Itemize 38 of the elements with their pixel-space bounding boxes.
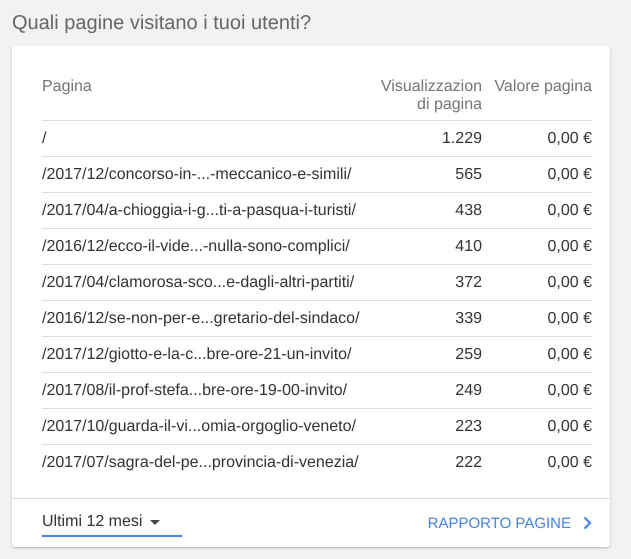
table-cell: 222	[370, 444, 482, 480]
table-cell: 0,00 €	[482, 336, 592, 372]
table-cell: /2017/04/a-chioggia-i-g...ti-a-pasqua-i-turisti/	[42, 192, 370, 228]
table-cell: 410	[370, 228, 482, 264]
table-cell: 339	[370, 300, 482, 336]
table-cell: /2017/12/concorso-in-...-meccanico-e-simili/	[42, 156, 370, 192]
table-cell: /2017/10/guarda-il-vi...omia-orgoglio-veneto/	[42, 408, 370, 444]
date-range-dropdown[interactable]: Ultimi 12 mesi	[42, 509, 182, 537]
table-cell: /2016/12/se-non-per-e...gretario-del-sindaco/	[42, 300, 370, 336]
table-cell: /2017/08/il-prof-stefa...bre-ore-19-00-invito/	[42, 372, 370, 408]
table-cell: 223	[370, 408, 482, 444]
table-cell: 0,00 €	[482, 300, 592, 336]
table-cell: 372	[370, 264, 482, 300]
table-cell: 438	[370, 192, 482, 228]
table-cell: 0,00 €	[482, 120, 592, 156]
column-header: Pagina	[42, 78, 370, 120]
table-cell: 0,00 €	[482, 156, 592, 192]
chevron-right-icon	[583, 516, 592, 530]
caret-icon	[150, 520, 160, 524]
table-cell: 0,00 €	[482, 372, 592, 408]
table-cell: 249	[370, 372, 482, 408]
table-cell: /2017/12/giotto-e-la-c...bre-ore-21-un-invito/	[42, 336, 370, 372]
table-cell: /2016/12/ecco-il-vide...-nulla-sono-complici/	[42, 228, 370, 264]
column-header: Valore pagina	[482, 78, 592, 120]
table-cell: 1.229	[370, 120, 482, 156]
report-link[interactable]: RAPPORTO PAGINE	[428, 514, 592, 532]
table-cell: 0,00 €	[482, 408, 592, 444]
table-cell: 0,00 €	[482, 228, 592, 264]
table-cell: 565	[370, 156, 482, 192]
column-header: Visualizzazion di pagina	[370, 78, 482, 120]
table-cell: 0,00 €	[482, 444, 592, 480]
section-title: Quali pagine visitano i tuoi utenti?	[12, 10, 312, 36]
table-cell: 0,00 €	[482, 264, 592, 300]
table-cell: 259	[370, 336, 482, 372]
table-cell: 0,00 €	[482, 192, 592, 228]
table-cell: /2017/07/sagra-del-pe...provincia-di-venezia/	[42, 444, 370, 480]
table-cell: /2017/04/clamorosa-sco...e-dagli-altri-partiti/	[42, 264, 370, 300]
table-cell: /	[42, 120, 370, 156]
